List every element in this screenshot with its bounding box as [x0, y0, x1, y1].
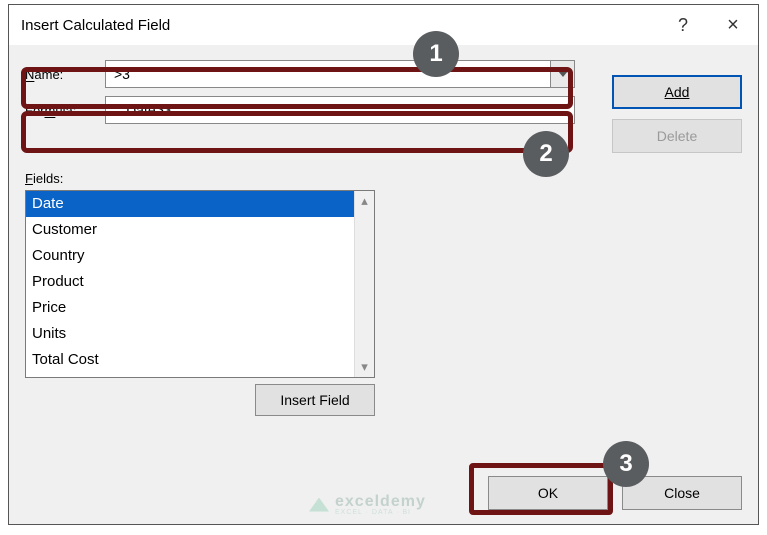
list-item[interactable]: Customer: [26, 217, 354, 243]
list-item[interactable]: Date: [26, 191, 354, 217]
formula-row: Formula:: [25, 95, 575, 125]
watermark-text: exceldemy: [335, 493, 426, 511]
name-dropdown-button[interactable]: [551, 60, 575, 88]
fields-listbox[interactable]: Date Customer Country Product Price Unit…: [25, 190, 375, 378]
scroll-up-icon[interactable]: ▴: [355, 191, 374, 211]
watermark-logo-icon: [309, 498, 329, 512]
formula-label: Formula:: [25, 103, 105, 118]
fields-section: Fields: Date Customer Country Product Pr…: [25, 171, 375, 416]
name-row: Name:: [25, 59, 575, 89]
add-button-label: Add: [665, 84, 690, 100]
fields-listbox-items: Date Customer Country Product Price Unit…: [26, 191, 354, 377]
list-item[interactable]: Product: [26, 269, 354, 295]
ok-button[interactable]: OK: [488, 476, 608, 510]
scroll-track[interactable]: [355, 211, 374, 357]
name-label: Name:: [25, 67, 105, 82]
help-button[interactable]: ?: [658, 5, 708, 45]
list-item[interactable]: Price: [26, 295, 354, 321]
list-item[interactable]: Country: [26, 243, 354, 269]
delete-button: Delete: [612, 119, 742, 153]
form-area: Name: Formula:: [25, 59, 575, 125]
titlebar: Insert Calculated Field ? ×: [9, 5, 758, 45]
scroll-down-icon[interactable]: ▾: [355, 357, 374, 377]
list-item[interactable]: Total Cost: [26, 347, 354, 373]
dialog-title: Insert Calculated Field: [21, 17, 658, 34]
close-button[interactable]: Close: [622, 476, 742, 510]
dialog-window: Insert Calculated Field ? × Name: Formul…: [8, 4, 759, 525]
delete-button-label: Delete: [657, 128, 697, 144]
add-button[interactable]: Add: [612, 75, 742, 109]
window-close-button[interactable]: ×: [708, 5, 758, 45]
fields-label: Fields:: [25, 171, 375, 186]
watermark: exceldemy EXCEL · DATA · BI: [309, 493, 426, 516]
watermark-subtext: EXCEL · DATA · BI: [335, 509, 426, 516]
listbox-scrollbar[interactable]: ▴ ▾: [354, 191, 374, 377]
chevron-down-icon: [558, 71, 568, 77]
list-item[interactable]: Units: [26, 321, 354, 347]
bottom-buttons: OK Close: [488, 476, 742, 510]
name-input[interactable]: [105, 60, 551, 88]
formula-input[interactable]: [105, 96, 575, 124]
insert-field-button[interactable]: Insert Field: [255, 384, 375, 416]
side-buttons: Add Delete: [612, 75, 742, 153]
